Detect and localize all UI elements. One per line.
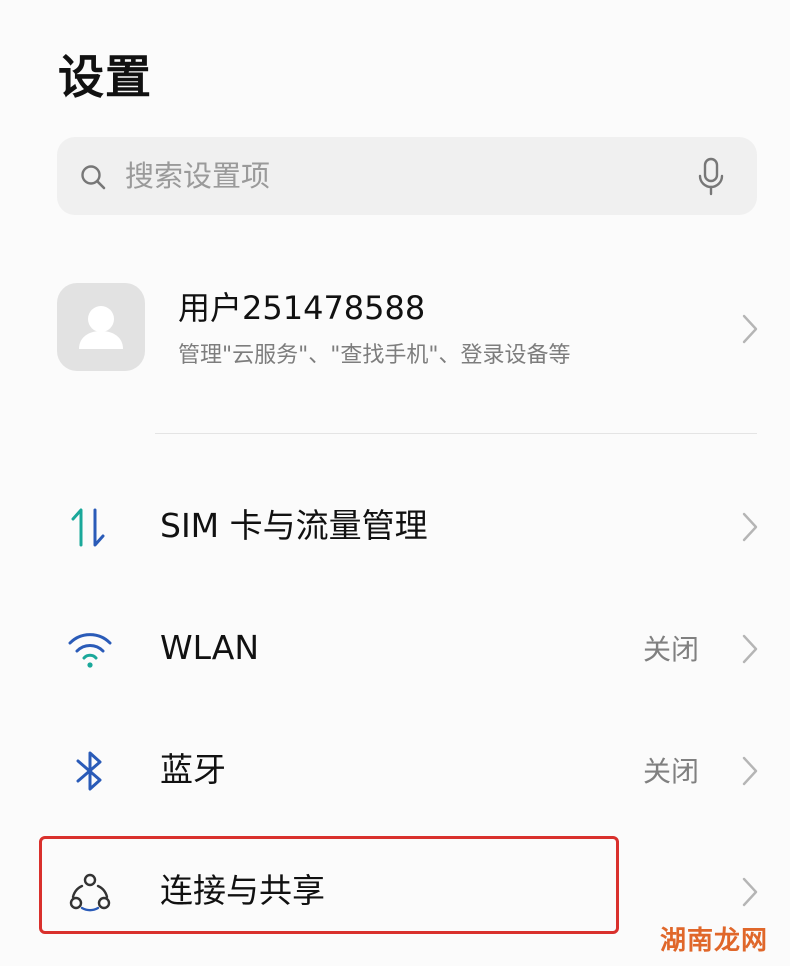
chevron-right-icon	[742, 512, 758, 542]
page-title: 设置	[58, 50, 152, 104]
settings-item-sim[interactable]: SIM 卡与流量管理	[0, 466, 790, 586]
chevron-right-icon	[742, 314, 758, 344]
search-icon	[81, 165, 106, 190]
data-transfer-arrows-icon	[71, 508, 105, 547]
account-row[interactable]: 用户251478588 管理"云服务"、"查找手机"、登录设备等	[0, 270, 790, 390]
settings-item-wlan[interactable]: WLAN 关闭	[0, 588, 790, 708]
settings-item-label: 蓝牙	[160, 750, 226, 789]
person-placeholder-icon	[79, 306, 123, 349]
account-name: 用户251478588	[178, 289, 426, 327]
watermark: 湖南龙网	[660, 926, 769, 956]
divider	[155, 433, 757, 434]
account-subtitle: 管理"云服务"、"查找手机"、登录设备等	[178, 343, 571, 368]
settings-item-label: WLAN	[160, 628, 260, 667]
search-bar[interactable]	[57, 137, 757, 215]
wlan-status: 关闭	[643, 633, 700, 666]
highlight-annotation-box	[39, 836, 619, 934]
bluetooth-status: 关闭	[643, 755, 700, 788]
microphone-icon[interactable]	[697, 157, 725, 197]
chevron-right-icon	[742, 877, 758, 907]
chevron-right-icon	[742, 756, 758, 786]
search-input[interactable]	[125, 153, 665, 199]
wifi-icon	[68, 633, 112, 668]
bluetooth-icon	[76, 751, 102, 791]
chevron-right-icon	[742, 634, 758, 664]
settings-item-label: SIM 卡与流量管理	[160, 506, 428, 545]
avatar[interactable]	[57, 283, 145, 371]
settings-item-bluetooth[interactable]: 蓝牙 关闭	[0, 710, 790, 830]
